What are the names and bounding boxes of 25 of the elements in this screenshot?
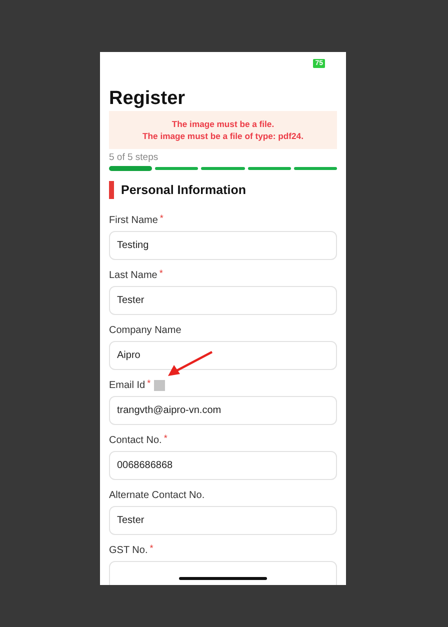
required-asterisk: * [150,543,154,553]
input-field[interactable] [109,561,337,585]
field-label: Contact No. [109,434,162,446]
arrow-annotation [168,351,213,376]
section-heading: Personal Information [121,183,246,197]
input-field[interactable]: trangvth@aipro-vn.com [109,396,337,425]
required-asterisk: * [164,433,168,443]
required-asterisk: * [147,378,151,388]
input-field[interactable]: Tester [109,506,337,535]
page-title: Register [109,87,186,111]
field-label: Company Name [109,324,182,336]
required-asterisk: * [159,268,163,278]
field-label: First Name [109,214,158,226]
input-field[interactable]: Aipro [109,341,337,370]
field-label: Last Name [109,270,158,280]
required-asterisk: * [160,213,164,223]
input-field[interactable]: Testing [109,231,337,260]
input-field[interactable]: Tester [109,286,337,315]
section-accent-bar [109,181,114,199]
input-field[interactable]: 0068686868 [109,451,337,480]
field-label: Email Id [109,380,146,390]
field-label: Alternate Contact No. [109,490,205,500]
field-label: GST No. [109,544,148,556]
error-banner: The image must be a file. The image must be a file of type: pdf24. [109,111,337,149]
step-counter: 5 of 5 steps [109,152,160,164]
